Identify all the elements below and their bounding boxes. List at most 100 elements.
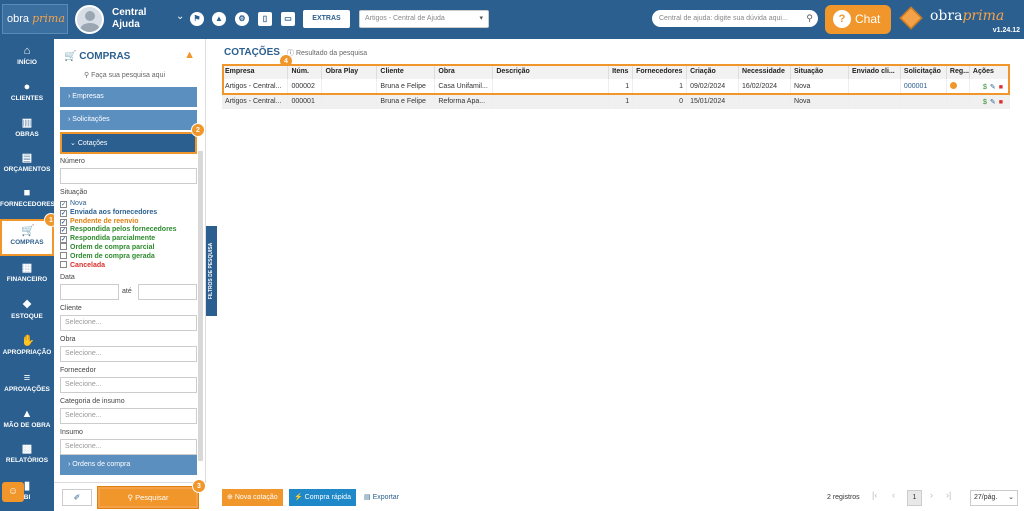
status-checkbox[interactable]: ✓ Respondida pelos fornecedores (60, 225, 177, 235)
truck-icon: ■ (23, 187, 31, 199)
article-select[interactable]: Artigos - Central de Ajuda ▾ (359, 10, 489, 28)
prev-page-icon[interactable]: ‹ (892, 490, 895, 500)
date-to-input[interactable] (138, 284, 197, 300)
status-label: Pendente de reenvio (70, 217, 139, 225)
flag-icon[interactable]: ⚑ (190, 12, 204, 26)
nav-orcamentos[interactable]: ▤ ORÇAMENTOS (0, 148, 54, 182)
trash-icon[interactable]: ■ (999, 84, 1003, 91)
pesquisar-button[interactable]: ⚲ Pesquisar (97, 486, 199, 509)
numero-input[interactable] (60, 168, 197, 184)
table-cell: Reforma Apa... (434, 94, 494, 109)
insumo-select[interactable]: Selecione... (60, 439, 197, 455)
page-number[interactable]: 1 (907, 490, 922, 506)
app-logo[interactable]: obra prima (2, 4, 68, 34)
help-search-placeholder: Central de ajuda: digite sua dúvida aqui… (659, 15, 788, 22)
column-header[interactable]: Obra Play (321, 64, 378, 79)
table-row[interactable]: Artigos - Central... 000001 Bruna e Felipe… (222, 94, 1011, 109)
table-cell: Bruna e Felipe (376, 94, 436, 109)
fornecedor-select[interactable]: Selecione... (60, 377, 197, 393)
column-header[interactable]: Cliente (376, 64, 436, 79)
first-page-icon[interactable]: |‹ (872, 490, 877, 500)
help-search-input[interactable]: Central de ajuda: digite sua dúvida aqui… (652, 10, 818, 27)
compra-rapida-button[interactable]: ⚡ Compra rápida (289, 489, 356, 506)
status-checkbox[interactable]: ✓ Respondida parcialmente (60, 234, 155, 244)
avatar[interactable] (75, 5, 104, 34)
gear-icon[interactable]: ⚙ (235, 12, 249, 26)
checkbox-icon[interactable] (60, 243, 67, 250)
checkbox-icon[interactable] (60, 251, 67, 259)
graduation-cap-icon[interactable]: ▲ (212, 12, 226, 26)
graduation-cap-icon[interactable]: ▲ (184, 49, 195, 61)
nav-apropriacao[interactable]: ✋ APROPRIAÇÃO (0, 331, 54, 365)
nova-cotacao-button[interactable]: ⊕ Nova cotação (222, 489, 283, 506)
status-checkbox[interactable]: Cancelada (60, 260, 105, 270)
column-header[interactable]: Criação (686, 64, 740, 79)
plus-icon: ⊕ (227, 494, 233, 501)
last-page-icon[interactable]: ›| (946, 490, 951, 500)
column-header[interactable]: Situação (790, 64, 849, 79)
column-header[interactable]: Fornecedores (632, 64, 688, 79)
table-row[interactable]: Artigos - Central... 000002 Bruna e Felipe… (222, 79, 1011, 94)
column-header[interactable]: Reg... (946, 64, 970, 79)
checkbox-icon[interactable] (60, 260, 67, 268)
status-checkbox[interactable]: Ordem de compra parcial (60, 243, 154, 252)
table-cell (848, 79, 901, 94)
column-header[interactable]: Núm. (287, 64, 323, 79)
table-cell[interactable]: 000001 (900, 79, 947, 94)
column-header[interactable]: Enviado cli... (848, 64, 901, 79)
nav-relatorios[interactable]: ▩ RELATÓRIOS (0, 439, 54, 473)
user-name[interactable]: Central Ajuda (112, 7, 172, 31)
top-bar: obra prima Central Ajuda ⌄ ⚑ ▲ ⚙ ▯ ▭ EXT… (0, 0, 1024, 39)
column-header[interactable]: Obra (434, 64, 494, 79)
accordion-ordens-de-compra[interactable]: › Ordens de compra (60, 455, 197, 475)
categoria-select[interactable]: Selecione... (60, 408, 197, 424)
monitor-icon[interactable]: ▭ (281, 12, 295, 26)
pencil-icon[interactable]: ✎ (990, 84, 996, 91)
chevron-down-icon[interactable]: ⌄ (176, 11, 184, 22)
clear-filters-button[interactable]: ✐ (62, 489, 92, 506)
filter-panel-toggle[interactable]: FILTROS DE PESQUISA (206, 226, 217, 316)
trash-icon[interactable]: ■ (999, 99, 1003, 106)
accordion-empresas[interactable]: › Empresas (60, 87, 197, 107)
panel-search[interactable]: ⚲ Faça sua pesquisa aqui (84, 71, 165, 79)
cliente-select[interactable]: Selecione... (60, 315, 197, 331)
nav-estoque[interactable]: ❖ ESTOQUE (0, 295, 54, 329)
accordion-cotacoes[interactable]: ⌄ Cotações (60, 132, 197, 154)
nav-mao-de-obra[interactable]: ▲ MÃO DE OBRA (0, 404, 54, 438)
nav-clientes[interactable]: ● CLIENTES (0, 77, 54, 111)
nav-aprovacoes[interactable]: ≡ APROVAÇÕES (0, 368, 54, 402)
extras-button[interactable]: EXTRAS (303, 10, 350, 28)
accordion-solicitacoes[interactable]: › Solicitações (60, 110, 197, 130)
column-header[interactable]: Itens (608, 64, 634, 79)
dollar-icon[interactable]: $ (983, 84, 987, 91)
pencil-icon[interactable]: ✎ (990, 99, 996, 106)
nav-financeiro[interactable]: ▦ FINANCEIRO (0, 258, 54, 292)
nav-inicio[interactable]: ⌂ INÍCIO (0, 41, 54, 75)
table-cell[interactable] (900, 94, 947, 109)
chat-button[interactable]: ? Chat (825, 5, 891, 34)
dollar-icon[interactable]: $ (983, 99, 987, 106)
column-header[interactable]: Solicitação (900, 64, 947, 79)
table-header-row: Empresa Núm. Obra Play Cliente Obra Descrição… (222, 64, 1011, 79)
per-page-select[interactable]: 27/pág. ⌄ (970, 490, 1018, 506)
chat-bubble-icon[interactable]: ☺ (2, 482, 24, 502)
column-header[interactable]: Ações (969, 64, 1011, 79)
nav-obras[interactable]: ▥ OBRAS (0, 113, 54, 147)
table-cell: Bruna e Felipe (376, 79, 436, 94)
column-header[interactable]: Necessidade (738, 64, 792, 79)
obra-select[interactable]: Selecione... (60, 346, 197, 362)
status-checkbox[interactable]: Ordem de compra gerada (60, 251, 155, 261)
column-header[interactable]: Empresa (222, 64, 289, 79)
panel-scrollbar[interactable] (198, 151, 203, 461)
status-checkbox[interactable]: ✓ Nova (60, 199, 86, 208)
building-icon: ▥ (21, 117, 33, 129)
date-from-input[interactable] (60, 284, 119, 300)
nav-fornecedores[interactable]: ■ FORNECEDORES (0, 183, 55, 217)
mobile-icon[interactable]: ▯ (258, 12, 272, 26)
status-checkbox[interactable]: ✓ Pendente de reenvio (60, 217, 138, 226)
column-header[interactable]: Descrição (492, 64, 610, 79)
search-icon[interactable]: ⚲ (806, 10, 813, 27)
status-checkbox[interactable]: ✓ Enviada aos fornecedores (60, 208, 157, 217)
exportar-button[interactable]: ▤ Exportar (364, 489, 399, 506)
next-page-icon[interactable]: › (930, 490, 933, 500)
